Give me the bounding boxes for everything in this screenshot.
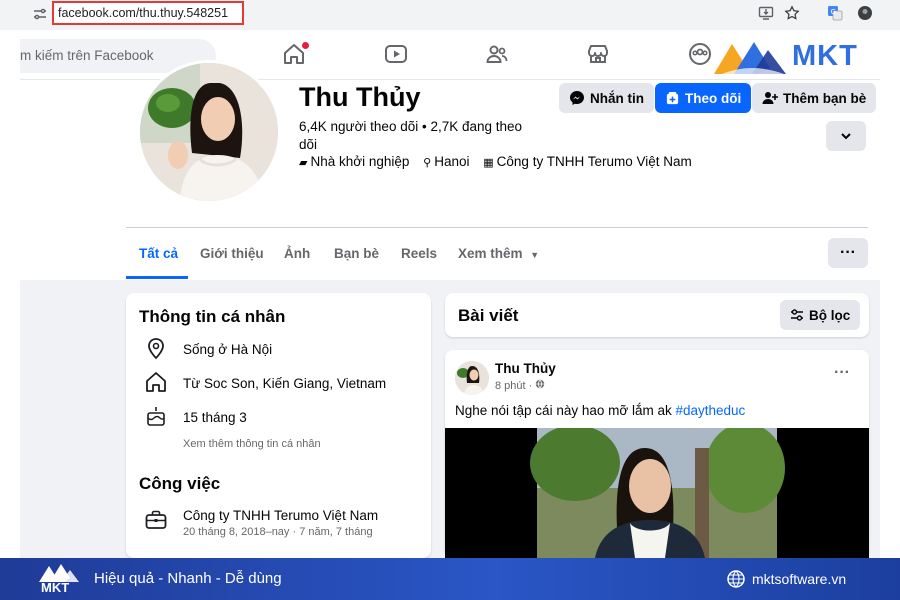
post-hashtag[interactable]: #daytheduc <box>675 403 745 418</box>
follow-icon <box>666 91 679 104</box>
followers-count[interactable]: 6,4K người theo dõi • 2,7K đang theo dõi <box>299 118 529 154</box>
install-app-icon[interactable] <box>757 5 775 23</box>
followers-line-wrap: dõi <box>299 137 318 152</box>
tab-see-more-label: Xem thêm <box>458 246 523 261</box>
briefcase-icon: ▰ <box>299 157 308 169</box>
tab-photos[interactable]: Ảnh <box>284 246 310 261</box>
tab-all[interactable]: Tất cả <box>139 246 178 261</box>
work-period-text: 20 tháng 8, 2018–nay · 7 năm, 7 tháng <box>183 526 373 538</box>
tab-reels[interactable]: Reels <box>401 246 437 261</box>
profile-avatar[interactable] <box>137 60 281 204</box>
follow-button[interactable]: Theo dõi <box>655 83 752 113</box>
post-text: Nghe nói tập cái này hao mỡ lắm ak #dayt… <box>455 403 745 418</box>
post-caption: Nghe nói tập cái này hao mỡ lắm ak <box>455 403 676 418</box>
job-title: Nhà khởi nghiệp <box>310 154 410 169</box>
post-options-icon[interactable]: ··· <box>834 364 850 382</box>
birthday-cake-icon <box>146 405 168 427</box>
post-author-avatar[interactable] <box>455 361 489 395</box>
tab-friends[interactable]: Bạn bè <box>334 246 379 261</box>
banner-logo-text: MKT <box>41 580 70 595</box>
followers-line: 6,4K người theo dõi • 2,7K đang theo <box>299 119 523 134</box>
tab-about[interactable]: Giới thiệu <box>200 246 264 261</box>
more-dots-icon: ··· <box>840 244 856 261</box>
svg-text:G: G <box>831 8 836 16</box>
post-time-text: 8 phút · <box>495 380 533 392</box>
banner-mkt-logo: MKT <box>37 562 81 596</box>
translate-icon[interactable]: G <box>826 5 844 23</box>
caret-down-icon: ▼ <box>530 250 540 260</box>
tabs-more-button[interactable]: ··· <box>828 238 868 268</box>
location-icon <box>146 338 168 360</box>
hometown-house-icon <box>145 371 167 393</box>
site-info-icon[interactable] <box>32 6 48 22</box>
tabs-divider <box>126 227 868 228</box>
banner-slogan: Hiệu quả - Nhanh - Dễ dùng <box>94 570 282 587</box>
globe-icon <box>727 570 745 588</box>
banner-website[interactable]: mktsoftware.vn <box>752 571 846 587</box>
friends-icon[interactable] <box>485 42 511 68</box>
filter-sliders-icon <box>791 309 803 321</box>
work-company-text[interactable]: Công ty TNHH Terumo Việt Nam <box>183 508 378 523</box>
mkt-logo: MKT <box>712 36 872 78</box>
video-icon[interactable] <box>384 42 410 68</box>
profile-intro-line: ▰ Nhà khởi nghiệp ⚲ Hanoi ▦ Công ty TNHH Te… <box>299 154 692 169</box>
notification-dot <box>302 42 309 49</box>
post-video[interactable] <box>445 428 869 558</box>
chevron-down-icon <box>841 133 851 140</box>
profile-name: Thu Thủy <box>299 82 421 112</box>
public-globe-icon <box>535 379 545 392</box>
profile-options-button[interactable] <box>826 121 866 151</box>
bookmark-star-icon[interactable] <box>783 5 801 23</box>
location-pin-icon: ⚲ <box>423 157 432 169</box>
message-button-label: Nhắn tin <box>590 90 644 106</box>
birthday-text: 15 tháng 3 <box>183 410 247 425</box>
tab-see-more[interactable]: Xem thêm ▼ <box>458 246 539 261</box>
profile-menu-icon[interactable] <box>856 5 874 23</box>
address-bar[interactable]: facebook.com/thu.thuy.548251 <box>52 1 244 25</box>
work-title: Công việc <box>139 474 221 493</box>
work-briefcase-icon <box>145 510 167 532</box>
follow-button-label: Theo dõi <box>685 90 742 106</box>
personal-info-card: Thông tin cá nhân Sống ở Hà Nội Từ Soc S… <box>126 293 431 558</box>
personal-info-title: Thông tin cá nhân <box>139 307 286 326</box>
messenger-icon <box>570 91 584 105</box>
company-text[interactable]: Công ty TNHH Terumo Việt Nam <box>497 154 692 169</box>
from-text: Từ Soc Son, Kiến Giang, Vietnam <box>183 376 387 391</box>
posts-header-card: Bài viết Bộ lọc <box>445 293 869 337</box>
filter-button[interactable]: Bộ lọc <box>780 300 861 330</box>
message-button[interactable]: Nhắn tin <box>559 83 654 113</box>
location-text: Hanoi <box>434 154 470 169</box>
add-friend-button[interactable]: Thêm bạn bè <box>752 83 877 113</box>
filter-button-label: Bộ lọc <box>809 307 851 323</box>
posts-title: Bài viết <box>458 306 519 325</box>
add-friend-button-label: Thêm bạn bè <box>783 90 867 106</box>
building-icon: ▦ <box>483 157 494 169</box>
mkt-logo-text: MKT <box>792 40 858 72</box>
see-more-info-link[interactable]: Xem thêm thông tin cá nhân <box>183 438 321 450</box>
add-friend-icon <box>762 92 778 104</box>
groups-icon[interactable] <box>688 42 714 68</box>
lives-in-text: Sống ở Hà Nội <box>183 342 273 357</box>
post-author-name[interactable]: Thu Thủy <box>495 361 556 376</box>
marketplace-icon[interactable] <box>586 42 612 68</box>
active-tab-indicator <box>126 276 188 279</box>
post-time: 8 phút · <box>495 379 545 392</box>
